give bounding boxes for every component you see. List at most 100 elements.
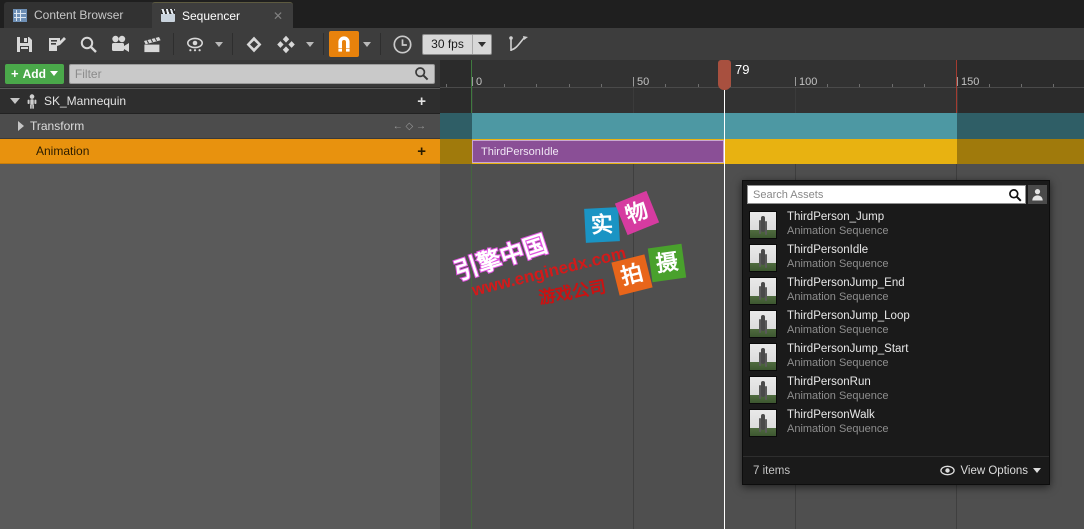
time-ruler[interactable]: 0 50 100 150 bbox=[440, 60, 1084, 113]
list-item[interactable]: ThirdPersonWalk Animation Sequence bbox=[745, 406, 1049, 439]
skeletal-mesh-icon bbox=[26, 93, 38, 109]
snapping-dropdown-icon[interactable] bbox=[359, 30, 375, 58]
search-icon bbox=[415, 67, 429, 81]
grid-icon bbox=[13, 8, 27, 22]
timeline-row-animation[interactable]: ThirdPersonIdle bbox=[440, 139, 1084, 164]
fps-dropdown-icon[interactable] bbox=[472, 34, 491, 54]
visibility-icon[interactable] bbox=[179, 30, 211, 58]
tab-bar: Content Browser ✕ Sequencer ✕ bbox=[0, 0, 1084, 28]
asset-thumbnail-icon bbox=[749, 210, 777, 239]
outliner-row-label: Animation bbox=[36, 144, 90, 158]
outliner-empty-area bbox=[0, 164, 440, 529]
render-movie-icon[interactable] bbox=[136, 30, 168, 58]
asset-name: ThirdPerson_Jump bbox=[787, 211, 885, 224]
filter-row: + Add Filter bbox=[0, 60, 440, 88]
tab-content-browser[interactable]: Content Browser ✕ bbox=[4, 2, 173, 28]
asset-name: ThirdPersonRun bbox=[787, 376, 871, 389]
asset-thumbnail-icon bbox=[749, 309, 777, 338]
add-track-button[interactable]: + Add bbox=[5, 63, 64, 84]
eye-icon bbox=[940, 465, 956, 476]
fps-selector[interactable]: 30 fps bbox=[422, 33, 492, 55]
asset-type: Animation Sequence bbox=[787, 323, 889, 336]
asset-type: Animation Sequence bbox=[787, 257, 889, 270]
search-placeholder: Search Assets bbox=[753, 188, 824, 201]
toolbar-separator bbox=[380, 33, 381, 55]
asset-type: Animation Sequence bbox=[787, 356, 889, 369]
asset-picker-popup: Search Assets ThirdPerson_Jump Animation… bbox=[742, 180, 1050, 485]
list-item[interactable]: ThirdPersonIdle Animation Sequence bbox=[745, 241, 1049, 274]
add-section-icon[interactable]: + bbox=[417, 144, 426, 159]
chevron-down-icon[interactable] bbox=[10, 98, 20, 104]
filter-placeholder: Filter bbox=[74, 66, 102, 81]
asset-type: Animation Sequence bbox=[787, 389, 889, 402]
playhead-line bbox=[724, 87, 725, 529]
asset-list[interactable]: ThirdPerson_Jump Animation Sequence Thir… bbox=[745, 208, 1049, 439]
playhead-handle[interactable] bbox=[718, 60, 731, 90]
outliner-row-sk-mannequin[interactable]: SK_Mannequin + bbox=[0, 89, 440, 114]
asset-name: ThirdPersonJump_Start bbox=[787, 343, 909, 356]
asset-type: Animation Sequence bbox=[787, 290, 889, 303]
tab-label: Content Browser bbox=[34, 8, 124, 22]
user-icon[interactable] bbox=[1028, 185, 1047, 204]
asset-name: ThirdPersonWalk bbox=[787, 409, 875, 422]
asset-thumbnail-icon bbox=[749, 276, 777, 305]
animation-clip[interactable]: ThirdPersonIdle bbox=[472, 140, 724, 163]
plus-icon: + bbox=[11, 66, 19, 81]
toolbar-separator bbox=[232, 33, 233, 55]
add-key-icon[interactable] bbox=[238, 30, 270, 58]
magnifier-icon bbox=[1009, 188, 1022, 202]
playback-start-marker[interactable] bbox=[471, 60, 472, 113]
filter-input[interactable]: Filter bbox=[68, 63, 435, 84]
save-icon[interactable] bbox=[8, 30, 40, 58]
playback-end-marker[interactable] bbox=[956, 60, 957, 113]
asset-type: Animation Sequence bbox=[787, 422, 889, 435]
chevron-right-icon[interactable] bbox=[18, 121, 24, 131]
outliner-row-label: SK_Mannequin bbox=[44, 94, 127, 108]
item-count: 7 items bbox=[753, 464, 791, 477]
curve-editor-icon[interactable] bbox=[502, 30, 534, 58]
list-item[interactable]: ThirdPersonJump_End Animation Sequence bbox=[745, 274, 1049, 307]
list-item[interactable]: ThirdPersonJump_Start Animation Sequence bbox=[745, 340, 1049, 373]
key-dropdown-icon[interactable] bbox=[302, 30, 318, 58]
asset-thumbnail-icon bbox=[749, 243, 777, 272]
list-item[interactable]: ThirdPersonJump_Loop Animation Sequence bbox=[745, 307, 1049, 340]
asset-name: ThirdPersonJump_End bbox=[787, 277, 905, 290]
asset-name: ThirdPersonJump_Loop bbox=[787, 310, 910, 323]
close-icon[interactable]: ✕ bbox=[273, 10, 283, 22]
playhead-frame-label: 79 bbox=[735, 62, 750, 77]
search-assets-input[interactable]: Search Assets bbox=[747, 185, 1026, 204]
find-icon[interactable] bbox=[72, 30, 104, 58]
view-options-label: View Options bbox=[960, 464, 1028, 477]
timeline-row-transform[interactable] bbox=[440, 113, 1084, 139]
list-item[interactable]: ThirdPerson_Jump Animation Sequence bbox=[745, 208, 1049, 241]
asset-thumbnail-icon bbox=[749, 342, 777, 371]
transform-section[interactable] bbox=[472, 113, 957, 139]
list-item[interactable]: ThirdPersonRun Animation Sequence bbox=[745, 373, 1049, 406]
asset-name: ThirdPersonIdle bbox=[787, 244, 869, 257]
view-options-button[interactable]: View Options bbox=[940, 465, 1041, 477]
snapping-toggle[interactable] bbox=[329, 31, 359, 57]
clapperboard-icon bbox=[161, 9, 175, 22]
animation-clip-label: ThirdPersonIdle bbox=[481, 145, 559, 158]
tab-sequencer[interactable]: Sequencer ✕ bbox=[152, 2, 294, 28]
asset-search-row: Search Assets bbox=[747, 185, 1047, 204]
sequencer-window: Content Browser ✕ Sequencer ✕ bbox=[0, 0, 1084, 529]
key-interpolation-icon[interactable] bbox=[270, 30, 302, 58]
outliner-row-animation[interactable]: Animation + bbox=[0, 139, 440, 164]
asset-thumbnail-icon bbox=[749, 408, 777, 437]
asset-thumbnail-icon bbox=[749, 375, 777, 404]
create-camera-icon[interactable] bbox=[40, 30, 72, 58]
visibility-dropdown-icon[interactable] bbox=[211, 30, 227, 58]
outliner-row-transform[interactable]: Transform ← ◇ → bbox=[0, 114, 440, 139]
add-track-icon[interactable]: + bbox=[417, 94, 426, 109]
sequencer-toolbar: 30 fps bbox=[0, 28, 1084, 60]
outliner-panel: + Add Filter SK_Mannequin + Transform ← … bbox=[0, 60, 440, 529]
toolbar-separator bbox=[323, 33, 324, 55]
asset-picker-footer: 7 items View Options bbox=[743, 456, 1049, 484]
keyframe-nav[interactable]: ← ◇ → bbox=[393, 121, 426, 132]
camera-icon[interactable] bbox=[104, 30, 136, 58]
fps-value: 30 fps bbox=[431, 37, 464, 51]
time-options-icon[interactable] bbox=[386, 30, 418, 58]
outliner-row-label: Transform bbox=[30, 119, 85, 133]
add-label: Add bbox=[22, 66, 46, 81]
